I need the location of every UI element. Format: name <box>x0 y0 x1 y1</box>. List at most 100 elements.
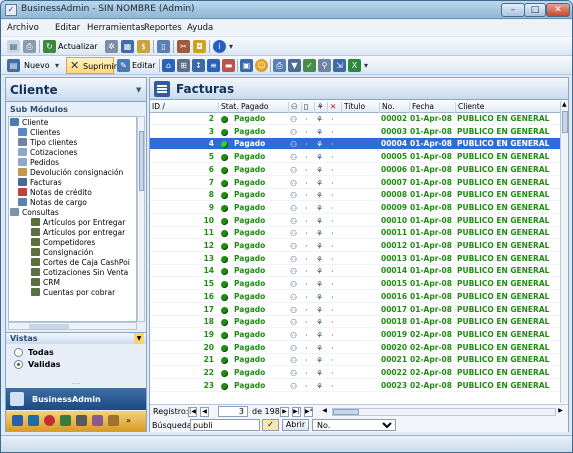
table-row[interactable]: 14 Pagado ⚇ · ⚘ · 00014 01-Apr-08 PUBLICO EN GEN… <box>150 265 560 278</box>
col-stamp-icon[interactable]: ⚘ <box>314 102 327 113</box>
prev-record-icon[interactable]: ◀ <box>200 407 209 417</box>
current-record[interactable]: 3 <box>218 406 248 417</box>
table-row[interactable]: 23 Pagado ⚇ · ⚘ · 00023 02-Apr-08 PUBLICO EN GEN… <box>150 380 560 392</box>
toolbar-overflow-icon[interactable]: ▾ <box>228 40 234 53</box>
table-row[interactable]: 2 Pagado ⚇ · ⚘ · 00002 01-Apr-08 PUBLICO EN GENE… <box>150 113 560 125</box>
scroll-thumb[interactable] <box>139 131 144 191</box>
scroll-thumb[interactable] <box>562 111 568 133</box>
nav-businessadmin[interactable]: BusinessAdmin <box>6 388 146 410</box>
more-chevron-icon[interactable]: » <box>126 415 134 426</box>
search-go-button[interactable]: ✓ <box>262 419 279 431</box>
last-record-icon[interactable]: ▶| <box>292 407 301 417</box>
menu-archivo[interactable]: Archivo <box>7 23 39 33</box>
tree-item-clientes[interactable]: Clientes <box>18 128 60 138</box>
col-fecha[interactable]: Fecha <box>409 102 455 113</box>
export-icon[interactable]: ⇲ <box>333 59 346 72</box>
tree-item-query[interactable]: Consignación <box>31 248 93 258</box>
tree-item-notas-credito[interactable]: Notas de crédito <box>18 188 92 198</box>
menu-reportes[interactable]: Reportes <box>144 23 182 33</box>
table-row[interactable]: 6 Pagado ⚇ · ⚘ · 00006 01-Apr-08 PUBLICO EN GENE… <box>150 164 560 176</box>
close-button[interactable]: ✕ <box>546 3 570 17</box>
menu-herramientas[interactable]: Herramientas <box>87 23 145 33</box>
print-icon[interactable]: ⎙ <box>23 40 36 53</box>
title-bar[interactable]: ✓ BusinessAdmin - SIN NOMBRE (Admin) – □… <box>1 1 572 19</box>
table-row[interactable]: 10 Pagado ⚇ · ⚘ · 00010 01-Apr-08 PUBLICO EN GEN… <box>150 215 560 227</box>
calc-module-icon[interactable] <box>108 415 119 426</box>
zoom-icon[interactable]: ⚲ <box>318 59 331 72</box>
table-row[interactable]: 9 Pagado ⚇ · ⚘ · 00009 01-Apr-08 PUBLICO EN GENE… <box>150 202 560 214</box>
search-field-select[interactable]: No. <box>312 419 396 431</box>
col-cancel-icon[interactable]: ✕ <box>327 102 341 113</box>
col-client-icon[interactable]: ⚇ <box>288 102 301 113</box>
table-row[interactable]: 11 Pagado ⚇ · ⚘ · 00011 01-Apr-08 PUBLICO EN GEN… <box>150 227 560 240</box>
tools-icon[interactable]: ✂ <box>177 40 190 53</box>
tree-item-facturas[interactable]: Facturas <box>18 178 62 188</box>
tree-item-pedidos[interactable]: Pedidos <box>18 158 59 168</box>
supplier-module-icon[interactable] <box>28 415 39 426</box>
table-row[interactable]: 4 Pagado ⚇ · ⚘ · 00004 01-Apr-08 PUBLICO EN GENE… <box>150 138 560 151</box>
table-row[interactable]: 7 Pagado ⚇ · ⚘ · 00007 01-Apr-08 PUBLICO EN GENE… <box>150 177 560 189</box>
grid-icon[interactable]: ▦ <box>121 40 134 53</box>
edit-icon[interactable]: ✎ <box>117 59 130 72</box>
tree-item-query[interactable]: Artículos por Entregar <box>31 218 125 228</box>
new-button[interactable]: Nuevo <box>24 61 50 70</box>
excel-icon[interactable]: X <box>348 59 361 72</box>
stamp-icon[interactable]: ⌂ <box>162 59 175 72</box>
view-radio-todas[interactable] <box>14 348 23 357</box>
next-record-icon[interactable]: ▶ <box>280 407 289 417</box>
tree-item-query[interactable]: Cuentas por cobrar <box>31 288 115 298</box>
table-row[interactable]: 19 Pagado ⚇ · ⚘ · 00019 02-Apr-08 PUBLICO EN GEN… <box>150 329 560 341</box>
tree-item-query[interactable]: Cotizaciones Sin Venta <box>31 268 128 278</box>
menu-ayuda[interactable]: Ayuda <box>187 23 213 33</box>
scroll-thumb[interactable] <box>333 409 359 415</box>
col-id[interactable]: ID / <box>150 102 218 113</box>
splitter-grip[interactable]: ····· <box>6 382 146 388</box>
chevron-down-icon[interactable]: ▼ <box>136 86 141 94</box>
first-record-icon[interactable]: |◀ <box>188 407 197 417</box>
update-label[interactable]: Actualizar <box>58 42 98 51</box>
reports-module-icon[interactable] <box>92 415 103 426</box>
client-module-icon[interactable] <box>12 415 23 426</box>
remove-icon[interactable]: ▬ <box>222 59 235 72</box>
minimize-button[interactable]: – <box>501 3 525 17</box>
new-icon[interactable]: ▤ <box>7 59 20 72</box>
sort-icon[interactable]: ↕ <box>192 59 205 72</box>
col-titulo[interactable]: Título <box>341 102 379 113</box>
tree-scrollbar[interactable] <box>137 116 145 322</box>
info-icon[interactable]: i <box>213 40 226 53</box>
scroll-up-icon[interactable]: ▲ <box>562 101 567 108</box>
edit-button[interactable]: Editar <box>132 61 156 70</box>
grid-hscrollbar[interactable] <box>332 408 556 416</box>
settings-icon[interactable]: ✲ <box>105 40 118 53</box>
table-row[interactable]: 12 Pagado ⚇ · ⚘ · 00012 01-Apr-08 PUBLICO EN GEN… <box>150 240 560 252</box>
check-icon[interactable]: ✓ <box>303 59 316 72</box>
tree-item-cliente[interactable]: Cliente <box>10 118 48 128</box>
tree-item-consultas[interactable]: Consultas <box>10 208 59 218</box>
record-icon[interactable] <box>44 415 55 426</box>
lock-icon[interactable]: ◘ <box>193 40 206 53</box>
table-row[interactable]: 5 Pagado ⚇ · ⚘ · 00005 01-Apr-08 PUBLICO EN GENE… <box>150 151 560 164</box>
table-row[interactable]: 22 Pagado ⚇ · ⚘ · 00022 02-Apr-08 PUBLICO EN GEN… <box>150 367 560 379</box>
print-icon[interactable]: ⎙ <box>273 59 286 72</box>
new-dropdown-icon[interactable]: ▾ <box>53 59 61 72</box>
col-stat-pagado[interactable]: Stat. Pagado <box>218 102 288 113</box>
col-cliente[interactable]: Cliente <box>455 102 560 113</box>
inventory-icon[interactable] <box>60 415 71 426</box>
tree-item-query[interactable]: Cortes de Caja CashPoi <box>31 258 130 268</box>
group-icon[interactable]: ≡ <box>207 59 220 72</box>
table-row[interactable]: 20 Pagado ⚇ · ⚘ · 00020 02-Apr-08 PUBLICO EN GEN… <box>150 342 560 354</box>
module-header[interactable]: Cliente ▼ <box>6 78 146 102</box>
dollar-icon[interactable]: $ <box>137 40 150 53</box>
tree-item-cotizaciones[interactable]: Cotizaciones <box>18 148 77 158</box>
refresh-icon[interactable]: ↻ <box>43 40 56 53</box>
search-input[interactable] <box>190 419 260 431</box>
table-row[interactable]: 16 Pagado ⚇ · ⚘ · 00016 01-Apr-08 PUBLICO EN GEN… <box>150 291 560 303</box>
smiley-icon[interactable]: ☺ <box>255 59 268 72</box>
table-row[interactable]: 17 Pagado ⚇ · ⚘ · 00017 01-Apr-08 PUBLICO EN GEN… <box>150 304 560 316</box>
tree-item-query[interactable]: Competidores <box>31 238 95 248</box>
view-icon[interactable]: ▣ <box>240 59 253 72</box>
tools-module-icon[interactable] <box>76 415 87 426</box>
hscroll-left-icon[interactable]: ◀ <box>320 407 329 417</box>
delete-button[interactable]: ✕ Suprimir <box>66 57 117 74</box>
tree-item-query[interactable]: CRM <box>31 278 60 288</box>
